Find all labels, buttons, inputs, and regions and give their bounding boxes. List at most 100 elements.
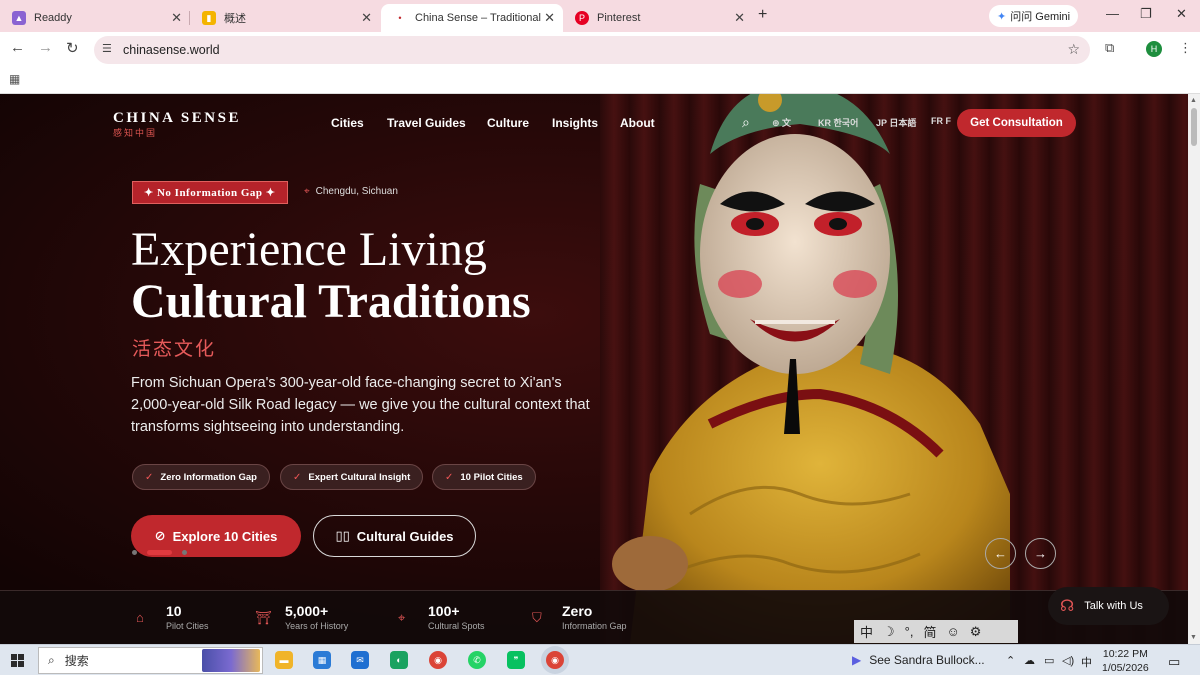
gemini-button[interactable]: ✦ 问问 Gemini: [989, 5, 1079, 27]
battery-icon[interactable]: ▭: [1044, 654, 1054, 667]
close-icon[interactable]: ✕: [734, 10, 745, 26]
taskbar-clock[interactable]: 10:22 PM 1/05/2026: [1102, 647, 1149, 675]
chrome-icon[interactable]: ◉: [429, 651, 447, 669]
stat-label: Information Gap: [562, 621, 627, 631]
window-close-icon[interactable]: ✕: [1176, 6, 1187, 22]
slide-dot[interactable]: [182, 550, 187, 555]
chrome-profile-icon[interactable]: ◉: [546, 651, 564, 669]
restore-icon[interactable]: ❐: [1140, 6, 1152, 22]
search-icon: ⌕: [48, 653, 55, 667]
mail-icon[interactable]: ✉: [351, 651, 369, 669]
globe-icon: ⊕: [772, 118, 783, 128]
lang-code: KR: [818, 118, 831, 128]
ime-punctuation-icon[interactable]: °,: [905, 624, 914, 639]
taskbar-notification[interactable]: ▶ See Sandra Bullock...: [852, 653, 985, 667]
tab-readdy[interactable]: ▲ Readdy ✕: [0, 4, 190, 32]
pill-label: Zero Information Gap: [160, 471, 257, 483]
ime-chinese-mode[interactable]: 中: [860, 622, 873, 641]
ime-moon-icon[interactable]: ☽: [883, 624, 895, 640]
hero-title-chinese: 活态文化: [132, 339, 217, 360]
ime-simplified-mode[interactable]: 简: [923, 622, 936, 641]
microsoft-store-icon[interactable]: ▦: [313, 651, 331, 669]
forward-icon[interactable]: →: [38, 39, 53, 56]
volume-icon[interactable]: ◁): [1062, 654, 1074, 667]
brand-subtitle: 感知中国: [113, 128, 158, 138]
close-icon[interactable]: ✕: [171, 10, 182, 26]
lang-jp[interactable]: JP 日本語: [876, 116, 916, 129]
back-icon[interactable]: ←: [10, 39, 25, 56]
tray-chevron-icon[interactable]: ⌃: [1006, 654, 1015, 667]
address-bar[interactable]: ☰ chinasense.world ☆: [94, 36, 1090, 64]
ime-settings-icon[interactable]: ⚙: [970, 624, 982, 640]
green-app-icon[interactable]: ◐: [390, 651, 408, 669]
scroll-up-icon[interactable]: ▲: [1190, 97, 1197, 104]
file-explorer-icon[interactable]: ▬: [275, 651, 293, 669]
slide-dot-active[interactable]: [147, 550, 172, 555]
ime-indicator[interactable]: 中: [1081, 654, 1092, 670]
map-pin-icon: ⌖: [398, 610, 406, 625]
cultural-guides-button[interactable]: ▯▯ Cultural Guides: [313, 515, 476, 557]
cloud-icon[interactable]: ☁: [1024, 654, 1035, 667]
talk-with-us-button[interactable]: ☊ Talk with Us: [1048, 587, 1169, 625]
nav-travel-guides[interactable]: Travel Guides: [387, 116, 466, 130]
lang-zh[interactable]: ⊕ 文: [772, 116, 791, 129]
minimize-icon[interactable]: —: [1106, 6, 1119, 21]
url-text[interactable]: chinasense.world: [123, 43, 220, 57]
close-icon[interactable]: ✕: [361, 10, 372, 26]
wechat-icon[interactable]: ❞: [507, 651, 525, 669]
stat-label: Cultural Spots: [428, 621, 485, 631]
scroll-down-icon[interactable]: ▼: [1190, 634, 1197, 641]
tab-overview[interactable]: ▮ 概述 ✕: [190, 4, 380, 32]
slide-next-button[interactable]: →: [1025, 538, 1056, 569]
scrollbar-thumb[interactable]: [1191, 108, 1197, 146]
windows-start-icon[interactable]: [11, 654, 24, 667]
search-icon[interactable]: ⌕: [742, 114, 750, 131]
whatsapp-icon[interactable]: ✆: [468, 651, 486, 669]
ime-toolbar: 中 ☽ °, 简 ☺ ⚙: [854, 620, 1018, 643]
lang-fr[interactable]: FR F: [931, 116, 951, 126]
menu-kebab-icon[interactable]: ⋮: [1179, 40, 1192, 56]
stat-value: 100+: [428, 603, 460, 619]
pill-label: 10 Pilot Cities: [460, 471, 523, 483]
nav-about[interactable]: About: [620, 116, 655, 130]
page-scrollbar[interactable]: ▲ ▼: [1188, 94, 1200, 644]
compass-icon: ⊘: [154, 528, 166, 543]
search-placeholder: 搜索: [64, 654, 89, 668]
check-icon: ✓: [145, 471, 154, 483]
arrow-right-icon: →: [1034, 546, 1047, 561]
check-icon: ✓: [293, 471, 302, 483]
tab-title: 概述: [224, 13, 246, 25]
taskbar-search-box[interactable]: ⌕ 搜索: [38, 647, 263, 674]
clock-time: 10:22 PM: [1102, 648, 1148, 660]
reload-icon[interactable]: ↻: [66, 39, 79, 57]
location-text: Chengdu, Sichuan: [315, 186, 398, 197]
profile-avatar[interactable]: H: [1146, 41, 1162, 57]
tab-china-sense[interactable]: • China Sense – Traditional Cul ✕: [381, 4, 563, 32]
clock-date: 1/05/2026: [1102, 662, 1149, 674]
site-settings-icon[interactable]: ☰: [102, 42, 112, 55]
nav-insights[interactable]: Insights: [552, 116, 598, 130]
bookmark-star-icon[interactable]: ☆: [1067, 41, 1080, 58]
brand-logo[interactable]: CHINA SENSE: [113, 110, 241, 127]
nav-cities[interactable]: Cities: [331, 116, 364, 130]
arrow-left-icon: ←: [994, 546, 1007, 561]
tab-search-icon[interactable]: ⧉: [1105, 40, 1114, 56]
ime-emoji-icon[interactable]: ☺: [947, 624, 960, 639]
stat-label: Pilot Cities: [166, 621, 209, 631]
slide-prev-button[interactable]: ←: [985, 538, 1016, 569]
slide-dot[interactable]: [132, 550, 137, 555]
get-consultation-button[interactable]: Get Consultation: [957, 109, 1076, 137]
stat-label: Years of History: [285, 621, 349, 631]
webpage: CHINA SENSE 感知中国 Cities Travel Guides Cu…: [0, 94, 1188, 644]
china-sense-favicon-icon: •: [393, 11, 407, 25]
tab-pinterest[interactable]: P Pinterest ✕: [563, 4, 753, 32]
new-tab-icon[interactable]: +: [758, 6, 767, 24]
hero-title-line1: Experience Living: [131, 223, 487, 276]
lang-kr[interactable]: KR 한국어: [818, 116, 858, 129]
nav-culture[interactable]: Culture: [487, 116, 529, 130]
apps-grid-icon[interactable]: ▦: [9, 72, 20, 86]
check-icon: ✓: [445, 471, 454, 483]
notifications-icon[interactable]: ▭: [1168, 654, 1180, 670]
close-icon[interactable]: ✕: [544, 10, 555, 26]
stat-value: Zero: [562, 603, 593, 619]
